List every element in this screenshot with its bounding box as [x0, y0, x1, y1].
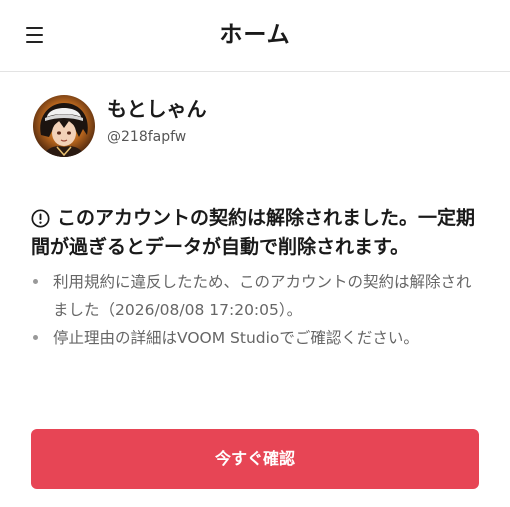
account-notice: このアカウントの契約は解除されました。一定期間が過ぎるとデータが自動で削除されま… — [31, 204, 483, 352]
app-header: ホーム — [0, 0, 510, 72]
user-id: @218fapfw — [107, 129, 187, 145]
page-title: ホーム — [219, 22, 291, 48]
notice-details-list: 利用規約に違反したため、このアカウントの契約は解除されました（2026/08/0… — [31, 268, 483, 352]
avatar[interactable] — [33, 95, 95, 157]
profile-section: もとしゃん @218fapfw — [33, 95, 483, 159]
notice-title-text: このアカウントの契約は解除されました。一定期間が過ぎるとデータが自動で削除されま… — [31, 207, 476, 258]
bullet-dot — [33, 279, 38, 284]
notice-detail-text: 停止理由の詳細はVOOM Studioでご確認ください。 — [53, 329, 419, 347]
bullet-dot — [33, 335, 38, 340]
display-name: もとしゃん — [107, 97, 207, 121]
notice-title: このアカウントの契約は解除されました。一定期間が過ぎるとデータが自動で削除されま… — [31, 204, 483, 262]
avatar-illustration — [33, 95, 95, 157]
notice-detail-text: 利用規約に違反したため、このアカウントの契約は解除されました（2026/08/0… — [53, 273, 472, 319]
check-now-button[interactable]: 今すぐ確認 — [31, 429, 479, 489]
alert-circle-icon — [31, 209, 50, 228]
list-item: 停止理由の詳細はVOOM Studioでご確認ください。 — [31, 324, 483, 352]
list-item: 利用規約に違反したため、このアカウントの契約は解除されました（2026/08/0… — [31, 268, 483, 324]
